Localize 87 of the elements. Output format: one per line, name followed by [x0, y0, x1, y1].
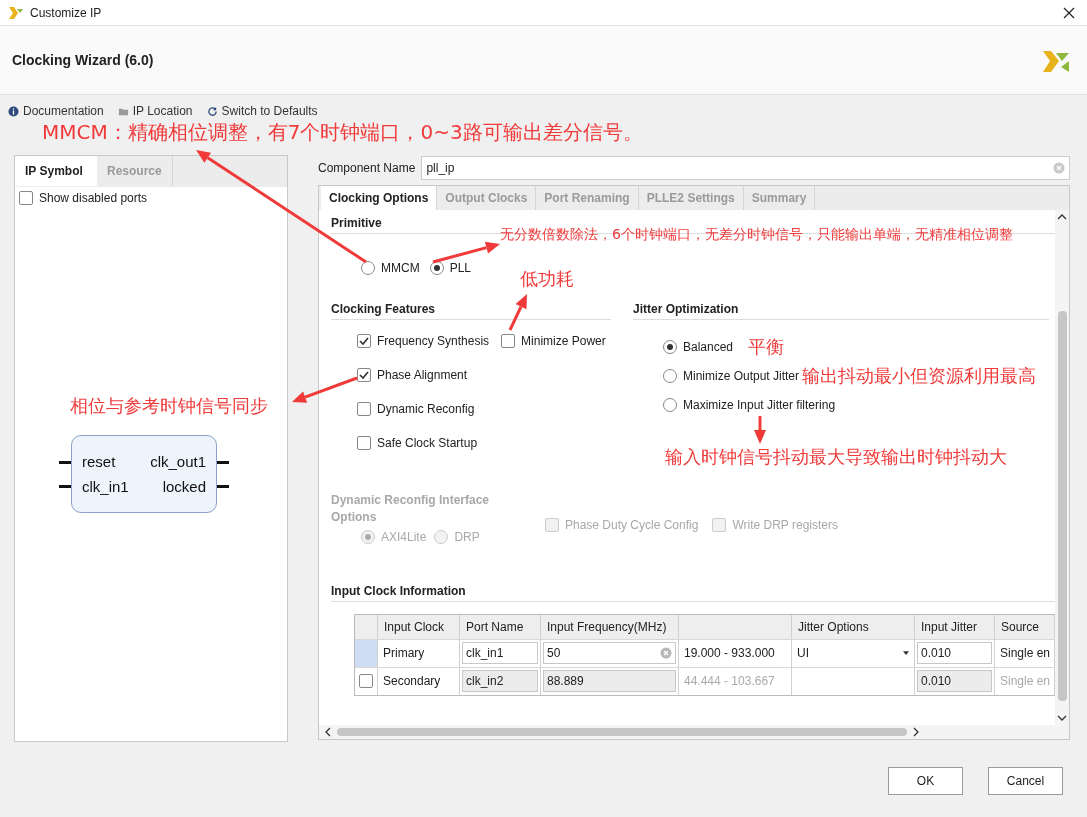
frequency-field[interactable]: 50: [543, 642, 676, 665]
scroll-thumb[interactable]: [337, 728, 907, 736]
horizontal-scrollbar[interactable]: [319, 725, 1069, 739]
table-cell: Single en: [1000, 674, 1051, 689]
wizard-title: Clocking Wizard (6.0): [12, 52, 155, 68]
checkbox[interactable]: [359, 674, 373, 689]
radio-label: Maximize Input Jitter filtering: [683, 397, 836, 412]
section-title: Dynamic Reconfig Interface Options: [331, 491, 491, 526]
toolbar-link[interactable]: IP Location: [132, 104, 193, 118]
logo-icon: [8, 4, 24, 21]
port-name-field[interactable]: clk_in2: [462, 670, 538, 693]
annotation-text: 低功耗: [520, 268, 574, 291]
jitter-dropdown[interactable]: UI: [797, 646, 909, 661]
tab[interactable]: Clocking Options: [321, 185, 438, 210]
checkbox-label: Show disabled ports: [39, 191, 148, 205]
caret-icon: [903, 651, 909, 656]
component-name-field[interactable]: pll_ip: [421, 155, 1070, 180]
port-name-field[interactable]: clk_in1: [462, 642, 538, 665]
checkbox[interactable]: [19, 191, 33, 205]
scroll-right-icon[interactable]: [913, 727, 919, 737]
scroll-left-icon[interactable]: [325, 727, 331, 737]
annotation-text: 相位与参考时钟信号同步: [70, 395, 268, 418]
info-icon: [8, 105, 19, 117]
annotation-text: MMCM：精确相位调整，有7个时钟端口，0~3路可输出差分信号。: [42, 120, 643, 145]
ok-button[interactable]: OK: [888, 767, 963, 795]
column-header: Input Clock: [378, 614, 460, 639]
annotation-arrow: [292, 376, 358, 403]
checkbox-label: Phase Duty Cycle Config: [565, 517, 699, 532]
checkbox-label: Safe Clock Startup: [377, 435, 478, 450]
field-label: Component Name: [318, 160, 416, 175]
checkbox[interactable]: [357, 367, 371, 382]
table-cell: Secondary: [383, 674, 441, 689]
table-cell: 44.444 - 103.667: [684, 674, 775, 689]
checkbox-label: Dynamic Reconfig: [377, 401, 475, 416]
annotation-text: 无分数倍数除法，6个时钟端口，无差分时钟信号，只能输出单端，无精准相位调整: [500, 226, 1013, 244]
toolbar-link[interactable]: Switch to Defaults: [221, 104, 318, 118]
close-icon[interactable]: [1063, 6, 1075, 19]
vertical-scrollbar[interactable]: [1055, 209, 1069, 725]
table-cell: 19.000 - 933.000: [684, 646, 775, 661]
annotation-arrow: [432, 241, 500, 264]
annotation-text: 输出抖动最小但资源利用最高: [802, 365, 1036, 388]
column-header: Input Jitter: [915, 614, 995, 639]
column-header: Input Frequency(MHz): [541, 614, 679, 639]
cancel-button[interactable]: Cancel: [988, 767, 1063, 795]
radio-label: PLL: [449, 260, 471, 275]
checkbox[interactable]: [357, 333, 371, 348]
frequency-field[interactable]: 88.889: [543, 670, 676, 693]
radio-button[interactable]: [663, 339, 677, 354]
radio-button[interactable]: [663, 368, 677, 383]
checkbox-label: Phase Alignment: [377, 367, 468, 382]
annotation-text: 输入时钟信号抖动最大导致输出时钟抖动大: [665, 446, 1007, 469]
input-jitter-field[interactable]: 0.010: [917, 642, 992, 665]
port-label: clk_out1: [150, 453, 206, 470]
input-jitter-field[interactable]: 0.010: [917, 670, 992, 693]
port-label: locked: [162, 478, 206, 495]
column-header: Port Name: [460, 614, 541, 639]
checkbox[interactable]: [357, 435, 371, 450]
radio-label: AXI4Lite: [381, 529, 427, 544]
annotation-arrow: [508, 294, 527, 331]
checkbox-label: Write DRP registers: [732, 517, 838, 532]
annotation-arrow: [754, 416, 766, 444]
column-header: Jitter Options: [792, 614, 915, 639]
clear-icon[interactable]: [660, 647, 672, 660]
radio-label: Balanced: [683, 339, 734, 354]
scroll-down-icon[interactable]: [1057, 715, 1067, 721]
toolbar-link[interactable]: Documentation: [23, 104, 104, 118]
port-label: clk_in1: [82, 478, 129, 495]
port-label: reset: [82, 453, 117, 470]
table-cell: Single en: [1000, 646, 1051, 661]
radio-label: DRP: [454, 529, 480, 544]
checkbox-label: Frequency Synthesis: [377, 333, 490, 348]
scroll-up-icon[interactable]: [1057, 213, 1067, 220]
radio-label: MMCM: [381, 260, 420, 275]
refresh-icon: [206, 105, 218, 117]
radio-button[interactable]: [361, 260, 375, 275]
window-title: Customize IP: [30, 5, 103, 20]
table-cell: Primary: [383, 646, 425, 661]
section-title: Jitter Optimization: [633, 301, 1049, 320]
checkbox[interactable]: [501, 333, 516, 348]
panel-tab[interactable]: IP Symbol: [15, 156, 97, 186]
radio-button[interactable]: [663, 397, 677, 412]
radio-label: Minimize Output Jitter: [683, 368, 800, 383]
checkbox-label: Minimize Power: [521, 333, 606, 348]
annotation-text: 平衡: [748, 336, 784, 359]
scroll-thumb[interactable]: [1057, 311, 1067, 702]
section-title: Input Clock Information: [331, 583, 1055, 602]
checkbox[interactable]: [357, 401, 371, 416]
